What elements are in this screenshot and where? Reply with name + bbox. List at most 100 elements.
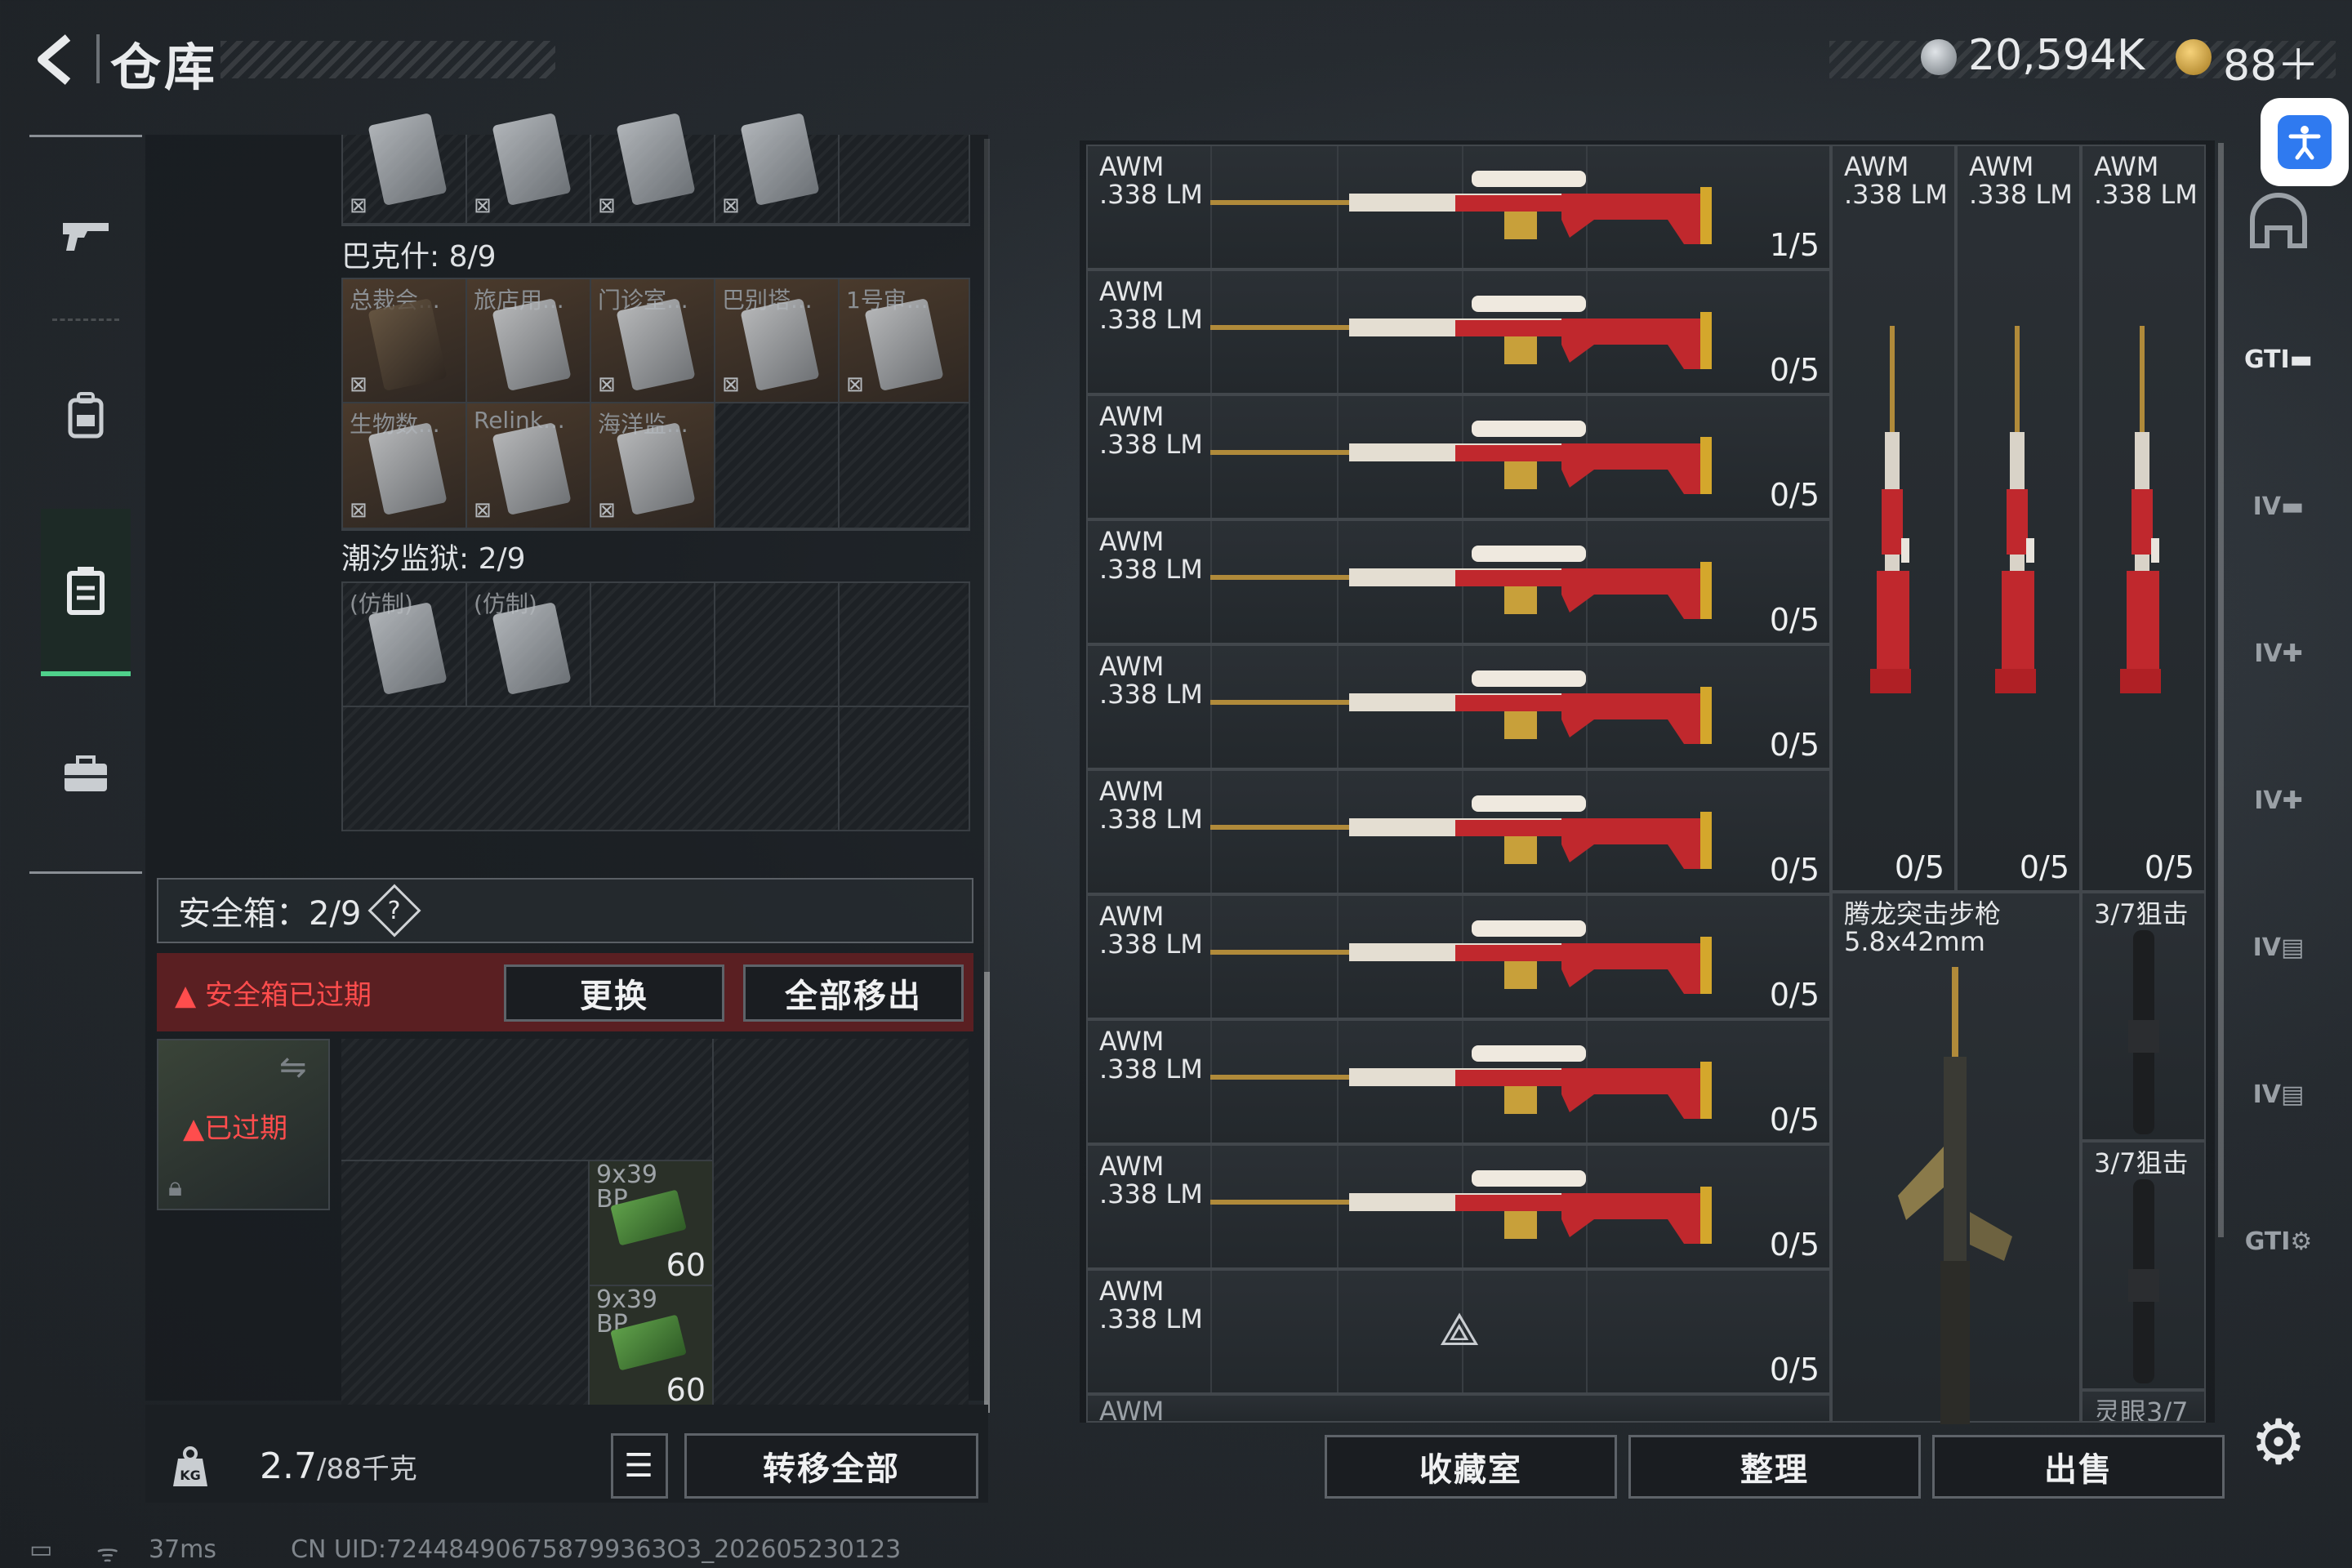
weight-display: 2.7/88千克: [260, 1446, 417, 1487]
safebox-expired-warning: ▲ 安全箱已过期: [175, 979, 372, 1012]
empty-slot[interactable]: [591, 583, 715, 707]
grid-cell[interactable]: ⊠: [591, 112, 715, 225]
storage-item-scope[interactable]: 3/7狙击: [2081, 892, 2206, 1141]
category-tier4-folder-2[interactable]: IV▤: [2238, 1045, 2319, 1143]
category-tier4-medkit-2[interactable]: IV✚: [2238, 751, 2319, 849]
storage-item-vertical[interactable]: AWM .338 LM 0/5: [1831, 145, 1956, 892]
backpack-icon: [68, 392, 104, 439]
category-tier4-vehicle[interactable]: IV▬: [2238, 457, 2319, 555]
empty-slot[interactable]: [840, 583, 970, 707]
safebox-item[interactable]: ⇋ ▲已过期 🔒︎: [157, 1039, 330, 1210]
warning-icon: ▲: [175, 979, 205, 1012]
keycard-slot[interactable]: (仿制): [343, 583, 467, 707]
category-helmet[interactable]: [2238, 172, 2319, 270]
storage-item-rifle[interactable]: 腾龙突击步枪 5.8x42mm: [1831, 892, 2081, 1424]
awm-rifle-image: [1210, 171, 1712, 244]
empty-slot[interactable]: [715, 403, 840, 529]
awm-rifle-image: [1210, 1045, 1712, 1119]
empty-slot[interactable]: [341, 1039, 714, 1161]
storage-item-awm[interactable]: AWM .338 LM 0/5: [1086, 1144, 1831, 1269]
sell-button[interactable]: 出售: [1932, 1435, 2225, 1499]
replace-button[interactable]: 更换: [504, 964, 724, 1022]
settings-button[interactable]: ⚙: [2238, 1392, 2319, 1490]
grid-cell[interactable]: ⊠: [343, 112, 467, 225]
grid-cell[interactable]: [840, 135, 970, 225]
backpack-scroll-thumb[interactable]: [984, 972, 990, 1413]
empty-slot[interactable]: [840, 707, 970, 831]
placeholder-icon: ⟁: [1439, 1303, 1480, 1356]
empty-slot[interactable]: [840, 403, 970, 529]
keycard-slot[interactable]: 1号审... ⊠: [840, 279, 970, 403]
empty-slot[interactable]: [715, 583, 840, 707]
storage-icon: [67, 566, 105, 615]
silver-coin-icon: [1921, 39, 1957, 75]
tier4-folder-icon-2: IV▤: [2252, 1080, 2305, 1109]
empty-slot[interactable]: [343, 707, 840, 831]
gti-vehicle-icon: GTI▬: [2243, 345, 2314, 374]
safebox-expired-bar: ▲ 安全箱已过期 更换 全部移出: [157, 953, 973, 1031]
tier4-medkit-icon: IV✚: [2254, 639, 2303, 668]
nav-backpack[interactable]: [29, 350, 142, 480]
category-tier4-medkit[interactable]: IV✚: [2238, 604, 2319, 702]
gti-drone-icon: GTI⚙: [2244, 1227, 2313, 1256]
list-view-button[interactable]: ☰: [611, 1433, 668, 1499]
title-divider: [96, 34, 100, 83]
item-expired-label: ▲已过期: [183, 1112, 288, 1145]
storage-item-partial[interactable]: 灵眼3/7: [2081, 1390, 2206, 1423]
storage-item-awm[interactable]: AWM .338 LM 0/5: [1086, 270, 1831, 394]
ammo-slot[interactable]: 9x39 BP 60: [590, 1161, 714, 1286]
grid-cell[interactable]: ⊠: [467, 112, 591, 225]
page-title: 仓库: [110, 38, 219, 97]
storage-item-awm[interactable]: AWM .338 LM 0/5: [1086, 644, 1831, 769]
storage-item-awm[interactable]: AWM .338 LM 1/5: [1086, 145, 1831, 270]
nav-weapons[interactable]: [29, 170, 142, 301]
gold-coin-icon: [2176, 39, 2212, 75]
battery-icon: ▭: [29, 1535, 53, 1564]
storage-item-vertical[interactable]: AWM .338 LM 0/5: [1956, 145, 2081, 892]
gun-icon: [63, 223, 109, 251]
currency-gold-amount[interactable]: 88＋: [2223, 31, 2319, 92]
storage-item-vertical[interactable]: AWM .338 LM 0/5: [2081, 145, 2206, 892]
storage-item-partial[interactable]: AWM: [1086, 1394, 1831, 1423]
nav-storage[interactable]: [41, 509, 131, 676]
remove-all-button[interactable]: 全部移出: [743, 964, 964, 1022]
empty-slot[interactable]: [341, 1161, 590, 1411]
keycard-slot[interactable]: 门诊室... ⊠: [591, 279, 715, 403]
keycard-slot[interactable]: 生物数... ⊠: [343, 403, 467, 529]
gear-icon: ⚙: [2250, 1405, 2307, 1478]
category-tier4-folder[interactable]: IV▤: [2238, 898, 2319, 996]
back-button[interactable]: [26, 31, 83, 88]
wifi-icon: ᯤ: [96, 1539, 119, 1568]
storage-scrollbar[interactable]: [2218, 143, 2224, 1237]
storage-item-awm[interactable]: AWM .338 LM 0/5: [1086, 394, 1831, 519]
keycard-slot[interactable]: 巴别塔... ⊠: [715, 279, 840, 403]
storage-item-awm[interactable]: AWM .338 LM 0/5: [1086, 1019, 1831, 1144]
chevron-left-icon: [38, 34, 71, 85]
nav-briefcase[interactable]: [29, 709, 142, 840]
safebox-grid: 9x39 BP 60 9x39 BP 60: [341, 1039, 970, 1411]
storage-item-scope[interactable]: 3/7狙击: [2081, 1141, 2206, 1390]
keycard-slot[interactable]: 总裁会... ⊠: [343, 279, 467, 403]
awm-rifle-image: [1210, 296, 1712, 369]
storage-item-awm[interactable]: AWM .338 LM 0/5: [1086, 519, 1831, 644]
awm-rifle-image: [1210, 546, 1712, 619]
keycard-slot[interactable]: 海洋监... ⊠: [591, 403, 715, 529]
awm-rifle-image: [1210, 795, 1712, 869]
safebox-help-button[interactable]: ?: [368, 884, 421, 938]
storage-item-awm[interactable]: AWM .338 LM 0/5: [1086, 769, 1831, 894]
grid-cell[interactable]: ⊠: [715, 112, 840, 225]
empty-slot[interactable]: [714, 1039, 969, 1411]
keycard-slot[interactable]: Relink... ⊠: [467, 403, 591, 529]
title-decoration: [220, 41, 555, 78]
keycard-slot[interactable]: 旅店用...: [467, 279, 591, 403]
transfer-all-button[interactable]: 转移全部: [684, 1433, 978, 1499]
category-gti-drone[interactable]: GTI⚙: [2238, 1192, 2319, 1290]
keycard-slot[interactable]: (仿制): [467, 583, 591, 707]
storage-item-awm[interactable]: AWM .338 LM 0/5: [1086, 894, 1831, 1019]
collection-room-button[interactable]: 收藏室: [1325, 1435, 1617, 1499]
ammo-slot[interactable]: 9x39 BP 60: [590, 1286, 714, 1411]
storage-item-awm[interactable]: AWM .338 LM 0/5 ⟁: [1086, 1269, 1831, 1394]
scope-image: [2128, 930, 2159, 1134]
sort-button[interactable]: 整理: [1628, 1435, 1921, 1499]
category-gti-vehicle[interactable]: GTI▬: [2238, 310, 2319, 408]
